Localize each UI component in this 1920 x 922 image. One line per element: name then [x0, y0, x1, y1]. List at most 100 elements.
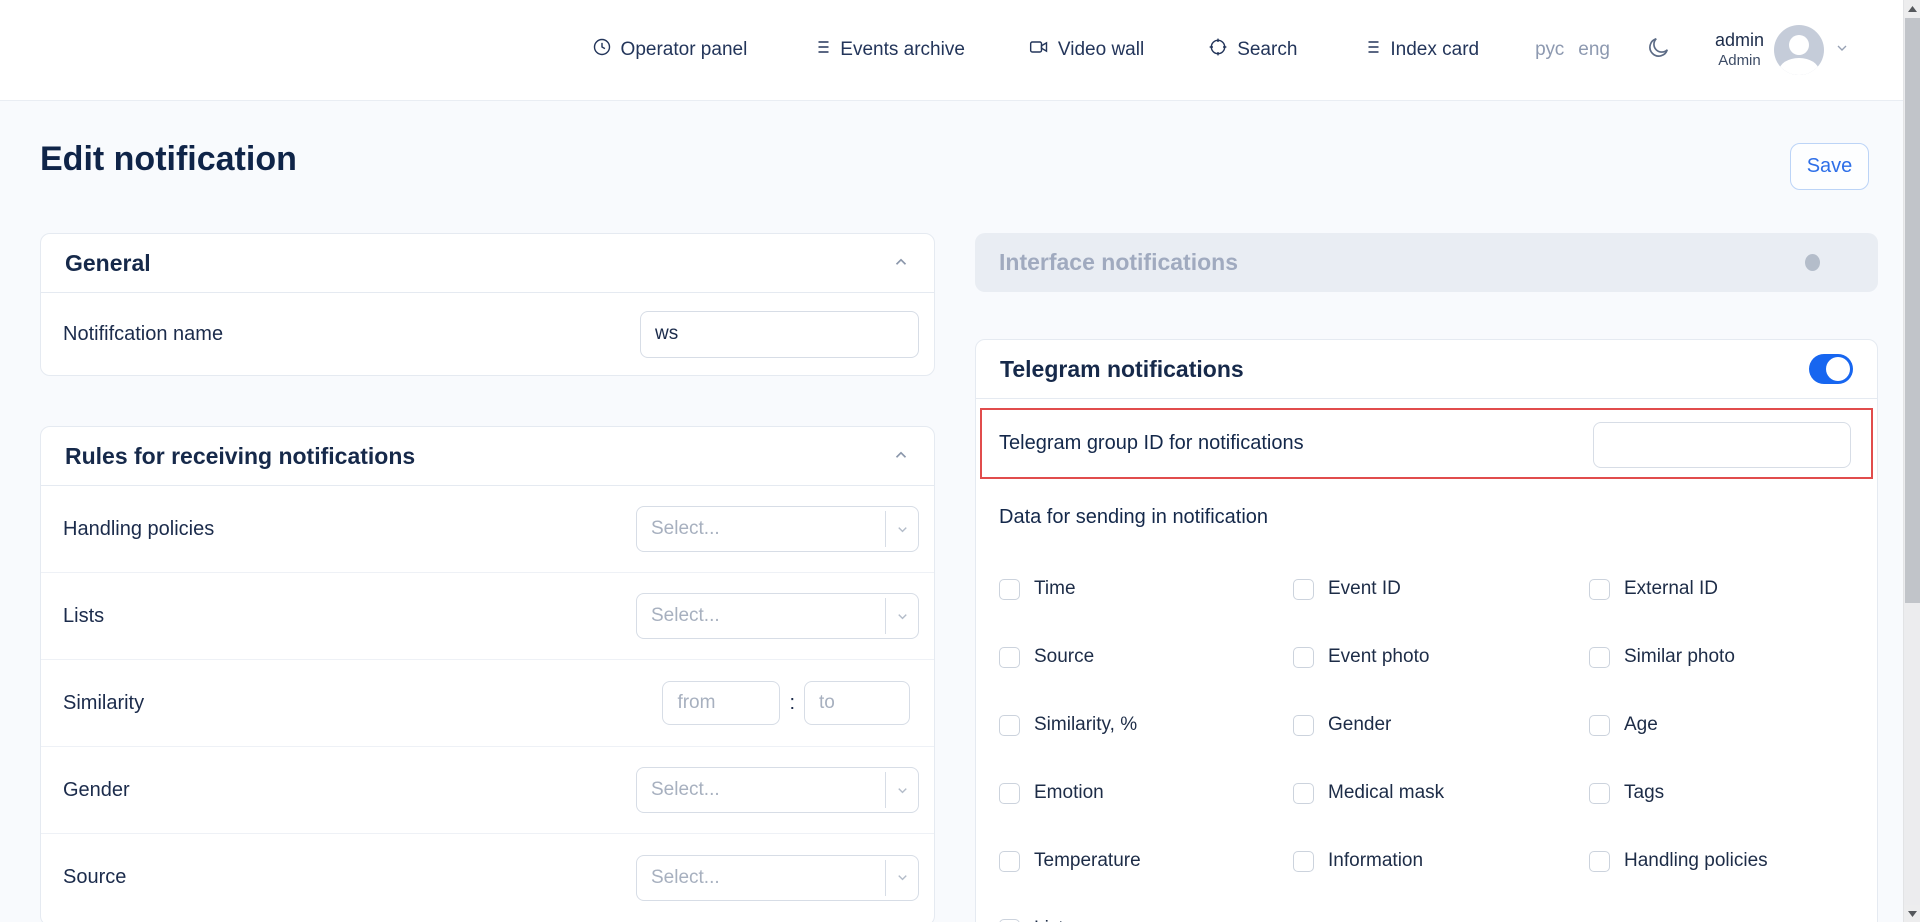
checkbox-medical-mask[interactable]: Medical mask	[1293, 759, 1589, 827]
select-placeholder: Select...	[637, 779, 885, 801]
field-label: Lists	[63, 605, 104, 628]
checkbox-time[interactable]: Time	[999, 555, 1293, 623]
list-icon	[811, 37, 831, 63]
checkbox-icon[interactable]	[1589, 715, 1610, 736]
nav-item-label: Events archive	[840, 39, 965, 61]
checkbox-icon[interactable]	[1589, 783, 1610, 804]
nav-item-search[interactable]: Search	[1208, 37, 1297, 63]
notification-data-checkbox-grid: Time Event ID External ID Source Event p…	[999, 555, 1857, 922]
moon-icon	[1646, 35, 1671, 65]
source-row: Source Select...	[41, 834, 934, 921]
lists-select[interactable]: Select...	[636, 593, 919, 639]
nav-item-events-archive[interactable]: Events archive	[811, 37, 965, 63]
checkbox-age[interactable]: Age	[1589, 691, 1857, 759]
chevron-up-icon	[892, 253, 910, 274]
checkbox-external-id[interactable]: External ID	[1589, 555, 1857, 623]
vertical-scrollbar[interactable]	[1903, 0, 1920, 922]
general-panel-header[interactable]: General	[41, 234, 934, 293]
checkbox-event-id[interactable]: Event ID	[1293, 555, 1589, 623]
telegram-panel-header: Telegram notifications	[976, 340, 1877, 399]
nav-item-label: Operator panel	[621, 39, 748, 61]
similarity-from-input[interactable]	[662, 681, 780, 725]
select-placeholder: Select...	[637, 605, 885, 627]
checkbox-gender[interactable]: Gender	[1293, 691, 1589, 759]
source-select[interactable]: Select...	[636, 855, 919, 901]
checkbox-icon[interactable]	[1589, 851, 1610, 872]
nav-item-label: Search	[1237, 39, 1297, 61]
panel-title: General	[65, 250, 151, 277]
general-panel: General Notififcation name	[40, 233, 935, 376]
field-label: Gender	[63, 779, 130, 802]
checkbox-similarity[interactable]: Similarity, %	[999, 691, 1293, 759]
triangle-down-icon	[1908, 911, 1917, 917]
checkbox-icon[interactable]	[999, 919, 1020, 922]
gender-select[interactable]: Select...	[636, 767, 919, 813]
app-window: Operator panel Events archive Video wall…	[0, 0, 1920, 922]
chevron-down-icon	[1834, 40, 1850, 61]
nav-item-operator-panel[interactable]: Operator panel	[592, 37, 748, 63]
checkbox-icon[interactable]	[999, 783, 1020, 804]
dark-mode-button[interactable]	[1646, 35, 1671, 65]
panel-title: Telegram notifications	[1000, 356, 1244, 383]
notification-name-input[interactable]	[640, 311, 919, 358]
checkbox-similar-photo[interactable]: Similar photo	[1589, 623, 1857, 691]
language-switcher: рус eng	[1535, 39, 1610, 61]
save-button[interactable]: Save	[1790, 143, 1869, 190]
nav-item-video-wall[interactable]: Video wall	[1029, 37, 1144, 63]
checkbox-tags[interactable]: Tags	[1589, 759, 1857, 827]
checkbox-handling-policies[interactable]: Handling policies	[1589, 827, 1857, 895]
telegram-notifications-panel: Telegram notifications Telegram group ID…	[975, 339, 1878, 922]
checkbox-temperature[interactable]: Temperature	[999, 827, 1293, 895]
checkbox-icon[interactable]	[1589, 579, 1610, 600]
nav-item-label: Index card	[1390, 39, 1479, 61]
chevron-down-icon	[886, 609, 918, 624]
chevron-down-icon	[886, 870, 918, 885]
clock-icon	[592, 37, 612, 63]
crosshair-icon	[1208, 37, 1228, 63]
checkbox-icon[interactable]	[999, 851, 1020, 872]
panel-title: Interface notifications	[999, 249, 1238, 276]
checkbox-lists[interactable]: Lists	[999, 895, 1293, 922]
checkbox-emotion[interactable]: Emotion	[999, 759, 1293, 827]
user-name: admin	[1715, 29, 1764, 52]
checkbox-icon[interactable]	[999, 647, 1020, 668]
data-for-sending-label: Data for sending in notification	[999, 506, 1268, 529]
checkbox-icon[interactable]	[1293, 851, 1314, 872]
nav-item-index-card[interactable]: Index card	[1361, 37, 1479, 63]
language-eng[interactable]: eng	[1578, 39, 1610, 61]
similarity-to-input[interactable]	[804, 681, 910, 725]
scroll-down-button[interactable]	[1904, 905, 1920, 922]
collapse-button[interactable]	[892, 446, 910, 467]
select-placeholder: Select...	[637, 518, 885, 540]
checkbox-icon[interactable]	[999, 715, 1020, 736]
user-role: Admin	[1715, 52, 1764, 71]
checkbox-source[interactable]: Source	[999, 623, 1293, 691]
telegram-group-id-input[interactable]	[1593, 422, 1851, 468]
rules-panel-header[interactable]: Rules for receiving notifications	[41, 427, 934, 486]
checkbox-icon[interactable]	[1293, 715, 1314, 736]
checkbox-icon[interactable]	[999, 579, 1020, 600]
checkbox-information[interactable]: Information	[1293, 827, 1589, 895]
triangle-up-icon	[1908, 6, 1917, 12]
field-label: Handling policies	[63, 518, 214, 541]
chevron-up-icon	[892, 446, 910, 467]
scrollbar-thumb[interactable]	[1905, 18, 1920, 603]
similarity-range: :	[662, 681, 919, 725]
checkbox-icon[interactable]	[1293, 579, 1314, 600]
scroll-up-button[interactable]	[1904, 0, 1920, 17]
telegram-toggle[interactable]	[1809, 354, 1853, 384]
language-rus[interactable]: рус	[1535, 39, 1564, 61]
nav-menu: Operator panel Events archive Video wall…	[592, 37, 1480, 63]
user-menu[interactable]: admin Admin	[1715, 25, 1850, 75]
select-placeholder: Select...	[637, 867, 885, 889]
interface-notifications-panel[interactable]: Interface notifications	[975, 233, 1878, 292]
checkbox-event-photo[interactable]: Event photo	[1293, 623, 1589, 691]
field-label: Similarity	[63, 692, 144, 715]
checkbox-icon[interactable]	[1293, 783, 1314, 804]
video-camera-icon	[1029, 37, 1049, 63]
handling-policies-select[interactable]: Select...	[636, 506, 919, 552]
notification-name-row: Notififcation name	[41, 293, 934, 375]
collapse-button[interactable]	[892, 253, 910, 274]
checkbox-icon[interactable]	[1293, 647, 1314, 668]
checkbox-icon[interactable]	[1589, 647, 1610, 668]
